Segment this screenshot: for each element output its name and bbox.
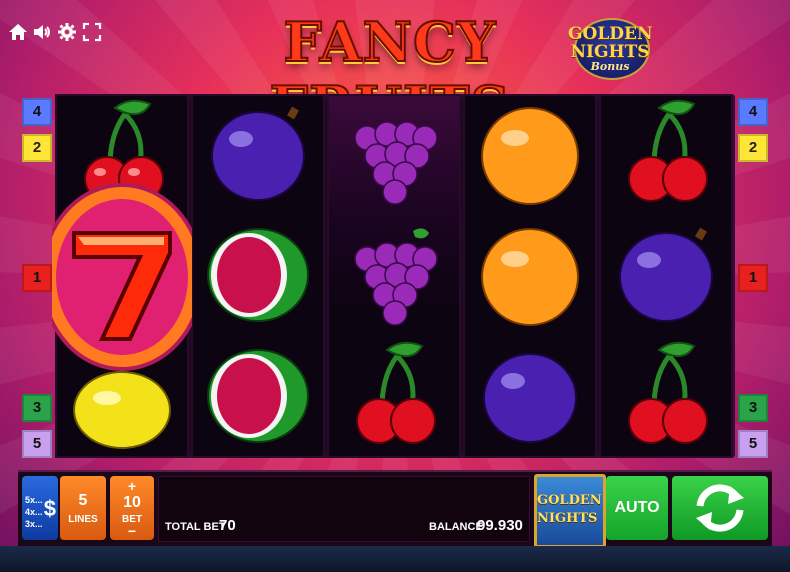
reel-2 xyxy=(191,94,325,458)
home-icon[interactable] xyxy=(8,22,28,42)
cherry-symbol xyxy=(327,336,461,457)
info-panel: TOTAL BET 70 BALANCE 99.930 xyxy=(158,476,530,542)
line-marker-right-4[interactable]: 4 xyxy=(738,98,768,126)
seven-symbol xyxy=(40,183,204,371)
multiplier-3x: 3x... xyxy=(25,519,43,529)
line-marker-left-5[interactable]: 5 xyxy=(22,430,52,458)
line-marker-left-3[interactable]: 3 xyxy=(22,394,52,422)
multiplier-4x: 4x... xyxy=(25,507,43,517)
reel-4 xyxy=(463,94,597,458)
balance-value: 99.930 xyxy=(477,517,523,534)
cherry-symbol xyxy=(599,336,733,457)
golden-nights-logo: GOLDEN NIGHTS Bonus xyxy=(568,14,653,80)
dollar-icon: $ xyxy=(43,496,56,521)
footer-cityscape xyxy=(0,546,790,572)
reel-5 xyxy=(599,94,733,458)
golden-nights-logo-line2: NIGHTS xyxy=(570,42,650,62)
auto-button[interactable]: AUTO xyxy=(606,476,668,540)
paytable-multipliers: 5x... 4x... 3x... xyxy=(25,494,43,530)
cherry-symbol xyxy=(599,94,733,215)
orange-symbol xyxy=(463,94,597,215)
game-title: FANCY FRUITS xyxy=(269,9,511,139)
balance-label: BALANCE xyxy=(429,521,483,533)
golden-nights-button[interactable]: GOLDEN NIGHTS xyxy=(534,474,606,548)
bet-value: 10 xyxy=(123,494,141,511)
line-marker-left-4[interactable]: 4 xyxy=(22,98,52,126)
total-bet-label: TOTAL BET xyxy=(165,521,226,533)
settings-icon[interactable] xyxy=(57,22,77,42)
paytable-button[interactable]: 5x... 4x... 3x... $ xyxy=(22,476,58,540)
line-marker-right-5[interactable]: 5 xyxy=(738,430,768,458)
golden-nights-button-line1: GOLDEN xyxy=(537,493,602,508)
lines-value: 5 xyxy=(78,492,88,509)
plum-symbol xyxy=(463,336,597,457)
bet-increase-icon[interactable]: + xyxy=(110,479,154,493)
multiplier-5x: 5x... xyxy=(25,495,43,505)
line-marker-right-2[interactable]: 2 xyxy=(738,134,768,162)
lines-button[interactable]: 5 LINES xyxy=(60,476,106,540)
grapes-symbol xyxy=(327,94,461,215)
watermelon-symbol xyxy=(191,336,325,457)
control-bar: 5x... 4x... 3x... $ 5 LINES + 10 BET − T… xyxy=(18,470,772,548)
line-marker-right-3[interactable]: 3 xyxy=(738,394,768,422)
plum-symbol xyxy=(599,215,733,336)
golden-nights-logo-line3: Bonus xyxy=(590,60,630,73)
line-marker-left-2[interactable]: 2 xyxy=(22,134,52,162)
spin-button[interactable] xyxy=(672,476,768,540)
spin-arrows-icon xyxy=(696,484,744,532)
bet-button[interactable]: + 10 BET − xyxy=(110,476,154,540)
golden-nights-button-line2: NIGHTS xyxy=(537,511,598,526)
line-marker-right-1[interactable]: 1 xyxy=(738,264,768,292)
grapes-symbol xyxy=(327,215,461,336)
lines-label: LINES xyxy=(68,514,98,525)
total-bet-value: 70 xyxy=(219,517,236,534)
reel-3 xyxy=(327,94,461,458)
line-marker-left-1[interactable]: 1 xyxy=(22,264,52,292)
orange-symbol xyxy=(463,215,597,336)
fullscreen-icon[interactable] xyxy=(82,22,102,42)
plum-symbol xyxy=(191,94,325,215)
speaker-icon[interactable] xyxy=(32,22,52,42)
top-bar: FANCY FRUITS GOLDEN NIGHTS Bonus xyxy=(0,0,790,139)
watermelon-symbol xyxy=(191,215,325,336)
bet-decrease-icon[interactable]: − xyxy=(110,524,154,538)
golden-nights-logo-line1: GOLDEN xyxy=(568,24,653,44)
